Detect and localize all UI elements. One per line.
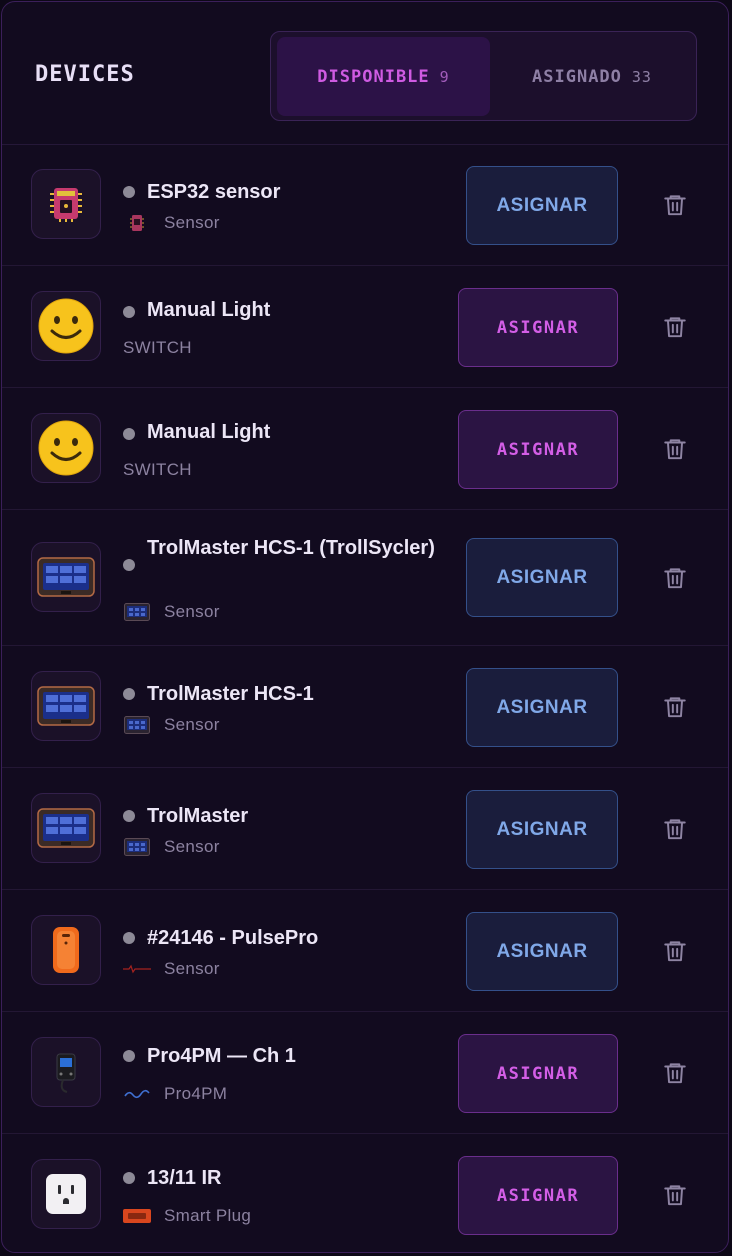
device-type: Sensor <box>164 602 220 621</box>
device-type: Smart Plug <box>164 1206 252 1225</box>
tuya-logo-icon <box>123 1206 151 1226</box>
trash-icon[interactable] <box>662 816 688 842</box>
status-dot <box>123 1050 135 1062</box>
trash-icon[interactable] <box>662 565 688 591</box>
trash-icon[interactable] <box>662 436 688 462</box>
tab-asignado-count: 33 <box>631 67 652 86</box>
status-dot <box>123 932 135 944</box>
assign-button[interactable]: ASIGNAR <box>458 1034 618 1113</box>
device-subtitle: SWITCH <box>123 458 192 482</box>
device-subtitle: Sensor <box>123 600 220 624</box>
device-row: 13/11 IR Smart Plug ASIGNAR <box>2 1134 728 1252</box>
device-row: TrolMaster HCS-1 Sensor ASIGNAR <box>2 646 728 768</box>
trash-icon[interactable] <box>662 1060 688 1086</box>
status-dot <box>123 810 135 822</box>
trolmaster-controller-icon <box>31 793 101 863</box>
smiley-face-icon <box>31 413 101 483</box>
pro4pm-module-icon <box>31 1037 101 1107</box>
page-title: DEVICES <box>35 62 135 87</box>
device-subtitle: SWITCH <box>123 336 192 360</box>
device-row: Manual Light SWITCH ASIGNAR <box>2 266 728 388</box>
device-subtitle: Pro4PM <box>123 1082 227 1106</box>
device-row: TrolMaster HCS-1 (TrollSycler) Sensor AS… <box>2 510 728 646</box>
shelly-logo-icon <box>123 1084 151 1104</box>
assign-button[interactable]: ASIGNAR <box>458 288 618 367</box>
device-subtitle: Sensor <box>123 211 220 235</box>
status-dot <box>123 428 135 440</box>
assign-button[interactable]: ASIGNAR <box>458 1156 618 1235</box>
device-type: Pro4PM <box>164 1084 228 1103</box>
devices-header: DEVICES DISPONIBLE 9 ASIGNADO 33 <box>2 2 728 145</box>
device-row: Manual Light SWITCH ASIGNAR <box>2 388 728 510</box>
device-name: #24146 - PulsePro <box>147 927 319 949</box>
trash-icon[interactable] <box>662 938 688 964</box>
device-name: Manual Light <box>147 299 271 321</box>
assign-button[interactable]: ASIGNAR <box>466 790 618 869</box>
trash-icon[interactable] <box>662 694 688 720</box>
assign-button[interactable]: ASIGNAR <box>458 410 618 489</box>
device-type: Sensor <box>164 837 220 856</box>
status-dot <box>123 688 135 700</box>
status-dot <box>123 1172 135 1184</box>
device-type: Sensor <box>164 715 220 734</box>
device-name: Manual Light <box>147 421 271 443</box>
trash-icon[interactable] <box>662 192 688 218</box>
esp32-chip-icon <box>31 169 101 239</box>
device-name: TrolMaster HCS-1 (TrollSycler) <box>147 537 435 559</box>
tab-asignado[interactable]: ASIGNADO 33 <box>493 37 691 116</box>
device-type: SWITCH <box>123 460 192 479</box>
device-row: #24146 - PulsePro Sensor ASIGNAR <box>2 890 728 1012</box>
pulsepro-device-icon <box>31 915 101 985</box>
device-type: SWITCH <box>123 338 192 357</box>
device-row: ESP32 sensor Sensor ASIGNAR <box>2 144 728 266</box>
trolmaster-controller-icon <box>31 671 101 741</box>
pulse-logo-icon <box>123 959 151 979</box>
trash-icon[interactable] <box>662 1182 688 1208</box>
smiley-face-icon <box>31 291 101 361</box>
device-name: Pro4PM — Ch 1 <box>147 1045 296 1067</box>
device-name: TrolMaster HCS-1 <box>147 683 314 705</box>
device-subtitle: Sensor <box>123 957 220 981</box>
tab-disponible-count: 9 <box>439 67 450 86</box>
device-subtitle: Sensor <box>123 835 220 859</box>
status-dot <box>123 306 135 318</box>
tab-disponible-label: DISPONIBLE <box>317 66 430 87</box>
trolmaster-small-icon <box>123 837 151 857</box>
device-subtitle: Smart Plug <box>123 1204 251 1228</box>
esp32-chip-small-icon <box>123 213 151 233</box>
devices-panel: DEVICES DISPONIBLE 9 ASIGNADO 33 ESP32 s… <box>1 1 729 1253</box>
assign-button[interactable]: ASIGNAR <box>466 668 618 747</box>
assign-button[interactable]: ASIGNAR <box>466 912 618 991</box>
device-name: TrolMaster <box>147 805 249 827</box>
device-subtitle: Sensor <box>123 713 220 737</box>
trash-icon[interactable] <box>662 314 688 340</box>
device-name: 13/11 IR <box>147 1167 222 1189</box>
device-type: Sensor <box>164 213 220 232</box>
tab-disponible[interactable]: DISPONIBLE 9 <box>277 37 490 116</box>
assign-button[interactable]: ASIGNAR <box>466 538 618 617</box>
smart-plug-icon <box>31 1159 101 1229</box>
tab-asignado-label: ASIGNADO <box>532 66 622 87</box>
device-type: Sensor <box>164 959 220 978</box>
trolmaster-controller-icon <box>31 542 101 612</box>
trolmaster-small-icon <box>123 715 151 735</box>
assign-button[interactable]: ASIGNAR <box>466 166 618 245</box>
tab-switcher: DISPONIBLE 9 ASIGNADO 33 <box>270 31 697 121</box>
status-dot <box>123 186 135 198</box>
device-row: Pro4PM — Ch 1 Pro4PM ASIGNAR <box>2 1012 728 1134</box>
device-name: ESP32 sensor <box>147 181 281 203</box>
status-dot <box>123 559 135 571</box>
device-row: TrolMaster Sensor ASIGNAR <box>2 768 728 890</box>
trolmaster-small-icon <box>123 602 151 622</box>
